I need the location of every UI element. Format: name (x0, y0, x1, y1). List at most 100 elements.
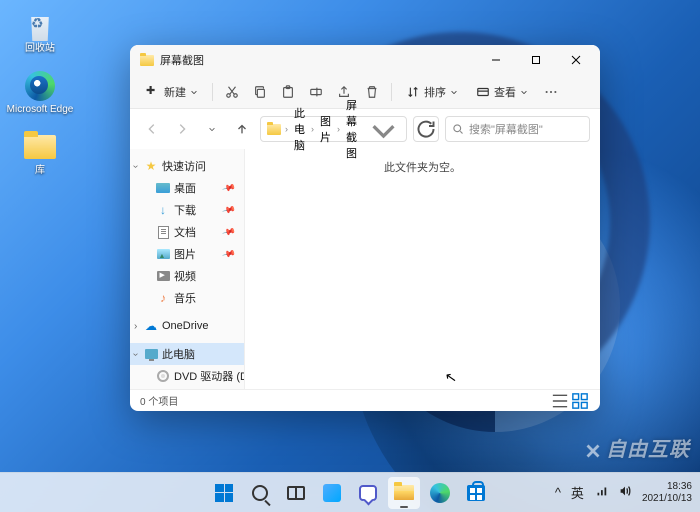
nav-onedrive[interactable]: ☁OneDrive (130, 315, 244, 337)
chevron-down-icon (520, 88, 528, 96)
desktop-icon-recycle-bin[interactable]: 回收站 (5, 5, 75, 58)
file-explorer-window: 屏幕截图 新建 排序 查看 › 此电脑 › 图片 › 屏幕截 (130, 45, 600, 411)
edge-icon (25, 71, 55, 101)
sort-icon (406, 85, 420, 99)
pin-icon: 📌 (221, 180, 236, 195)
content-area[interactable]: 此文件夹为空。 ↖ (245, 149, 600, 389)
view-icon (476, 85, 490, 99)
chat-button[interactable] (352, 477, 384, 509)
window-title: 屏幕截图 (160, 52, 476, 68)
tray-clock[interactable]: 18:36 2021/10/13 (642, 481, 692, 505)
nav-recent-button[interactable] (200, 117, 224, 141)
nav-thispc[interactable]: 此电脑 (130, 343, 244, 365)
download-icon: ↓ (156, 203, 170, 217)
view-details-button[interactable] (550, 393, 570, 409)
desktop-icon-label: 库 (35, 165, 45, 176)
tray-network-icon[interactable] (594, 484, 608, 501)
nav-desktop[interactable]: 桌面📌 (130, 177, 244, 199)
taskbar-store[interactable] (460, 477, 492, 509)
tray-volume-icon[interactable] (618, 484, 632, 501)
refresh-button[interactable] (413, 116, 439, 142)
delete-button[interactable] (359, 81, 385, 103)
chevron-down-icon[interactable] (367, 113, 400, 146)
desktop-icon (156, 183, 170, 193)
minimize-button[interactable] (476, 45, 516, 75)
more-button[interactable] (538, 81, 564, 103)
pin-icon: 📌 (221, 224, 236, 239)
desktop-icons: 回收站 Microsoft Edge 库 (5, 5, 75, 188)
view-icons-button[interactable] (570, 393, 590, 409)
paste-button[interactable] (275, 81, 301, 103)
desktop-icon-label: 回收站 (25, 43, 55, 54)
empty-folder-text: 此文件夹为空。 (384, 159, 461, 175)
widgets-icon (323, 484, 341, 502)
music-icon: ♪ (156, 291, 170, 305)
address-bar-row: › 此电脑 › 图片 › 屏幕截图 搜索"屏幕截图" (130, 109, 600, 149)
toolbar: 新建 排序 查看 (130, 75, 600, 109)
address-bar[interactable]: › 此电脑 › 图片 › 屏幕截图 (260, 116, 407, 142)
desktop-icon-folder[interactable]: 库 (5, 127, 75, 180)
copy-button[interactable] (247, 81, 273, 103)
search-input[interactable]: 搜索"屏幕截图" (445, 116, 590, 142)
close-button[interactable] (556, 45, 596, 75)
breadcrumb-item[interactable]: 此电脑 (292, 104, 307, 154)
windows-icon (215, 484, 233, 502)
nav-dvd[interactable]: DVD 驱动器 (D:) CI (130, 365, 244, 387)
cloud-icon: ☁ (144, 319, 158, 333)
pictures-icon (156, 247, 170, 261)
search-placeholder: 搜索"屏幕截图" (469, 121, 543, 137)
widgets-button[interactable] (316, 477, 348, 509)
taskbar-edge[interactable] (424, 477, 456, 509)
nav-quickaccess[interactable]: ★快速访问 (130, 155, 244, 177)
sort-button[interactable]: 排序 (398, 80, 466, 104)
nav-music[interactable]: ♪音乐 (130, 287, 244, 309)
videos-icon (156, 269, 170, 283)
watermark: 自由互联 (582, 433, 690, 462)
maximize-button[interactable] (516, 45, 556, 75)
nav-pictures[interactable]: 图片📌 (130, 243, 244, 265)
tray-date: 2021/10/13 (642, 493, 692, 505)
store-icon (467, 485, 485, 501)
nav-up-button[interactable] (230, 117, 254, 141)
start-button[interactable] (208, 477, 240, 509)
nav-back-button[interactable] (140, 117, 164, 141)
desktop-icon-edge[interactable]: Microsoft Edge (5, 66, 75, 119)
cut-button[interactable] (219, 81, 245, 103)
view-button[interactable]: 查看 (468, 80, 536, 104)
chevron-down-icon (450, 88, 458, 96)
plus-icon (146, 85, 160, 99)
star-icon: ★ (144, 159, 158, 173)
search-icon (452, 123, 464, 135)
desktop-icon-label: Microsoft Edge (7, 104, 74, 115)
breadcrumb-item[interactable]: 图片 (318, 112, 333, 146)
chat-icon (359, 485, 377, 501)
folder-icon (394, 485, 414, 500)
taskview-icon (287, 486, 305, 500)
status-bar: 0 个项目 (130, 389, 600, 411)
folder-icon (140, 55, 154, 66)
chevron-down-icon (190, 88, 198, 96)
titlebar[interactable]: 屏幕截图 (130, 45, 600, 75)
folder-icon (267, 124, 281, 135)
search-icon (252, 485, 268, 501)
pin-icon: 📌 (221, 202, 236, 217)
folder-icon (24, 135, 56, 159)
recycle-bin-icon (26, 9, 54, 41)
taskbar-explorer[interactable] (388, 477, 420, 509)
tray-ime[interactable]: 英 (571, 483, 584, 502)
nav-videos[interactable]: 视频 (130, 265, 244, 287)
pin-icon: 📌 (221, 246, 236, 261)
rename-button[interactable] (303, 81, 329, 103)
task-view-button[interactable] (280, 477, 312, 509)
nav-documents[interactable]: 文档📌 (130, 221, 244, 243)
nav-pane: ★快速访问 桌面📌 ↓下载📌 文档📌 图片📌 视频 ♪音乐 ☁OneDrive … (130, 149, 245, 389)
nav-downloads[interactable]: ↓下载📌 (130, 199, 244, 221)
item-count: 0 个项目 (140, 393, 178, 408)
new-button[interactable]: 新建 (138, 80, 206, 104)
tray-time: 18:36 (642, 481, 692, 493)
edge-icon (430, 483, 450, 503)
taskbar-search-button[interactable] (244, 477, 276, 509)
cursor-icon: ↖ (444, 368, 459, 387)
tray-chevron[interactable]: ^ (555, 485, 561, 500)
nav-forward-button[interactable] (170, 117, 194, 141)
